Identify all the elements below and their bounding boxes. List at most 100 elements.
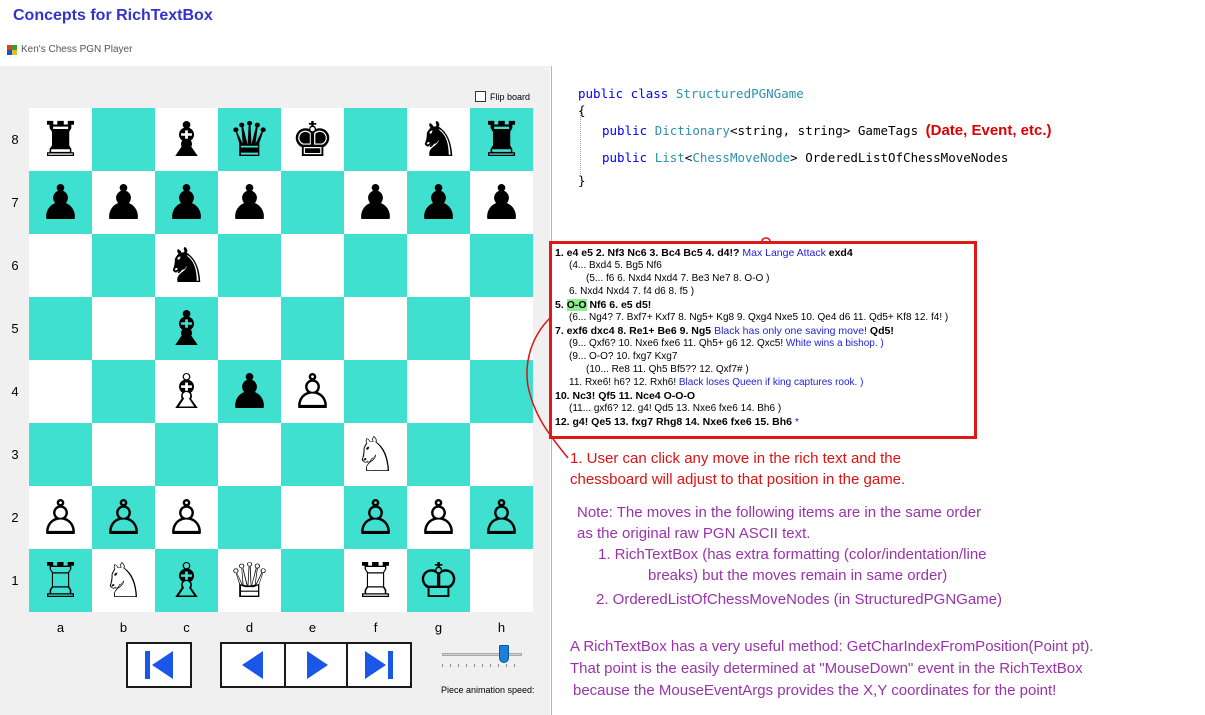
square-f2[interactable]: ♙ [344,486,407,549]
black-pawn-icon[interactable]: ♟ [165,179,208,227]
rtb-line[interactable]: 1. e4 e5 2. Nf3 Nc6 3. Bc4 Bc5 4. d4!? M… [555,247,853,259]
rtb-line[interactable]: (11... gxf6? 12. g4! Qd5 13. Nxe6 fxe6 1… [569,403,781,414]
square-d7[interactable]: ♟ [218,171,281,234]
slider-thumb[interactable] [499,645,509,663]
square-c7[interactable]: ♟ [155,171,218,234]
move-text[interactable]: 1. e4 e5 2. Nf3 Nc6 3. Bc4 Bc5 4. d4!? [555,247,742,259]
square-d3[interactable] [218,423,281,486]
black-pawn-icon[interactable]: ♟ [417,179,460,227]
black-queen-icon[interactable]: ♛ [228,116,271,164]
square-a8[interactable]: ♜ [29,108,92,171]
move-text[interactable]: 12. g4! Qe5 13. fxg7 Rhg8 14. Nxe6 fxe6 … [555,416,792,428]
move-text[interactable]: ) [857,377,863,388]
square-d2[interactable] [218,486,281,549]
first-move-button[interactable] [126,642,192,688]
square-a3[interactable] [29,423,92,486]
square-g2[interactable]: ♙ [407,486,470,549]
move-text[interactable]: Qd5! [870,325,894,337]
white-knight-icon[interactable]: ♘ [102,557,145,605]
black-pawn-icon[interactable]: ♟ [228,179,271,227]
square-f8[interactable] [344,108,407,171]
square-e1[interactable] [281,549,344,612]
square-e7[interactable] [281,171,344,234]
square-e4[interactable]: ♙ [281,360,344,423]
checkbox-box[interactable] [475,91,486,102]
square-c5[interactable]: ♝ [155,297,218,360]
rtb-line[interactable]: (6... Ng4? 7. Bxf7+ Kxf7 8. Ng5+ Kg8 9. … [569,312,948,323]
rtb-line[interactable]: 12. g4! Qe5 13. fxg7 Rhg8 14. Nxe6 fxe6 … [555,416,799,428]
move-text[interactable]: 7. exf6 dxc4 8. Re1+ Be6 9. Ng5 [555,325,714,337]
rtb-line[interactable]: (5... f6 6. Nxd4 Nxd4 7. Be3 Ne7 8. O-O … [586,273,769,284]
square-b5[interactable] [92,297,155,360]
black-pawn-icon[interactable]: ♟ [39,179,82,227]
square-h3[interactable] [470,423,533,486]
rtb-line[interactable]: (10... Re8 11. Qh5 Bf5?? 12. Qxf7# ) [586,364,749,375]
square-h5[interactable] [470,297,533,360]
rtb-line[interactable]: 7. exf6 dxc4 8. Re1+ Be6 9. Ng5 Black ha… [555,325,894,337]
square-a6[interactable] [29,234,92,297]
rtb-line[interactable]: 6. Nxd4 Nxd4 7. f4 d6 8. f5 ) [569,286,694,297]
pgn-richtextbox[interactable]: 1. e4 e5 2. Nf3 Nc6 3. Bc4 Bc5 4. d4!? M… [549,241,977,439]
move-text[interactable]: (9... Qxf6? 10. Nxe6 fxe6 11. Qh5+ g6 12… [569,338,786,349]
black-king-icon[interactable]: ♚ [291,116,334,164]
rtb-line[interactable]: (9... O-O? 10. fxg7 Kxg7 [569,351,677,362]
square-e6[interactable] [281,234,344,297]
flip-board-checkbox[interactable]: Flip board [475,91,530,102]
square-f5[interactable] [344,297,407,360]
square-b7[interactable]: ♟ [92,171,155,234]
square-d6[interactable] [218,234,281,297]
black-pawn-icon[interactable]: ♟ [480,179,523,227]
black-knight-icon[interactable]: ♞ [417,116,460,164]
current-move-highlight[interactable]: O-O [566,299,587,311]
black-rook-icon[interactable]: ♜ [39,116,82,164]
white-knight-icon[interactable]: ♘ [354,431,397,479]
chessboard[interactable]: ♜ ♝ ♛ ♚ ♞ ♜ ♟ ♟ ♟ ♟ ♟ ♟ ♟ ♞ ♝ ♗ ♟ ♙ ♘ ♙ ♙ ♙ ♙ ♙ ♙ ♖ ♘ ♗ ♕ ♖ ♔ [29,108,533,612]
square-b4[interactable] [92,360,155,423]
square-f1[interactable]: ♖ [344,549,407,612]
square-f4[interactable] [344,360,407,423]
square-a2[interactable]: ♙ [29,486,92,549]
square-g4[interactable] [407,360,470,423]
square-a5[interactable] [29,297,92,360]
square-c1[interactable]: ♗ [155,549,218,612]
rtb-line[interactable]: 10. Nc3! Qf5 11. Nce4 O-O-O [555,390,695,402]
white-pawn-icon[interactable]: ♙ [102,494,145,542]
square-c2[interactable]: ♙ [155,486,218,549]
black-bishop-icon[interactable]: ♝ [165,116,208,164]
square-d1[interactable]: ♕ [218,549,281,612]
square-f7[interactable]: ♟ [344,171,407,234]
white-queen-icon[interactable]: ♕ [228,557,271,605]
square-e2[interactable] [281,486,344,549]
square-a7[interactable]: ♟ [29,171,92,234]
square-b6[interactable] [92,234,155,297]
square-c8[interactable]: ♝ [155,108,218,171]
black-knight-icon[interactable]: ♞ [165,242,208,290]
move-text[interactable]: ) [878,338,883,349]
square-c3[interactable] [155,423,218,486]
white-pawn-icon[interactable]: ♙ [417,494,460,542]
move-text[interactable]: exd4 [829,247,853,259]
square-f3[interactable]: ♘ [344,423,407,486]
black-pawn-icon[interactable]: ♟ [354,179,397,227]
white-pawn-icon[interactable]: ♙ [165,494,208,542]
previous-move-button[interactable] [220,642,286,688]
square-c6[interactable]: ♞ [155,234,218,297]
white-pawn-icon[interactable]: ♙ [480,494,523,542]
square-h4[interactable] [470,360,533,423]
black-pawn-icon[interactable]: ♟ [228,368,271,416]
square-d4[interactable]: ♟ [218,360,281,423]
square-e5[interactable] [281,297,344,360]
white-pawn-icon[interactable]: ♙ [291,368,334,416]
square-h6[interactable] [470,234,533,297]
square-g8[interactable]: ♞ [407,108,470,171]
square-b8[interactable] [92,108,155,171]
square-g7[interactable]: ♟ [407,171,470,234]
square-h1[interactable] [470,549,533,612]
black-rook-icon[interactable]: ♜ [480,116,523,164]
square-e3[interactable] [281,423,344,486]
square-d5[interactable] [218,297,281,360]
rtb-line[interactable]: 5. O-O Nf6 6. e5 d5! [555,299,651,311]
rtb-line[interactable]: (4... Bxd4 5. Bg5 Nf6 [569,260,662,271]
square-d8[interactable]: ♛ [218,108,281,171]
white-bishop-icon[interactable]: ♗ [165,368,208,416]
